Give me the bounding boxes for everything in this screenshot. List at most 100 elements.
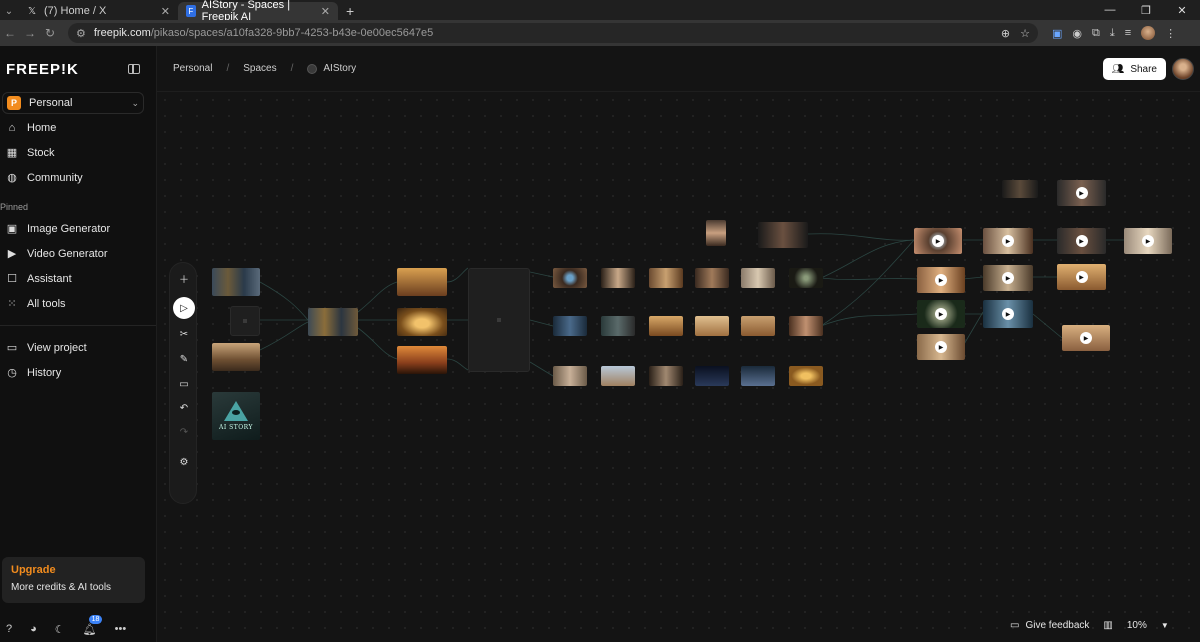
sidebar-item-assistant[interactable]: ☐ Assistant bbox=[0, 266, 156, 291]
image-node[interactable] bbox=[789, 268, 823, 288]
select-tool-button[interactable]: ▷ bbox=[173, 297, 195, 319]
browser-tab-x[interactable]: 𝕏 (7) Home / X ✕ bbox=[18, 2, 178, 20]
upgrade-card[interactable]: Upgrade More credits & AI tools bbox=[2, 557, 145, 603]
share-button[interactable]: 👥︎ Share bbox=[1102, 58, 1166, 80]
image-node[interactable] bbox=[649, 268, 683, 288]
back-icon[interactable]: ← bbox=[0, 26, 20, 40]
empty-group-node[interactable] bbox=[468, 268, 530, 372]
sidebar-item-all-tools[interactable]: ⁙ All tools bbox=[0, 291, 156, 316]
video-node[interactable] bbox=[1062, 325, 1110, 351]
image-node[interactable] bbox=[741, 268, 775, 288]
video-node[interactable] bbox=[983, 265, 1033, 291]
image-node[interactable] bbox=[601, 316, 635, 336]
settings-button[interactable]: ⚙ bbox=[173, 451, 195, 473]
zoom-icon[interactable]: ⊕ bbox=[1001, 27, 1010, 40]
image-node[interactable] bbox=[553, 268, 587, 288]
user-avatar[interactable] bbox=[1172, 58, 1194, 80]
site-info-icon[interactable]: ⚙ bbox=[76, 27, 86, 40]
image-node[interactable] bbox=[695, 316, 729, 336]
image-node[interactable] bbox=[1002, 180, 1038, 198]
more-icon[interactable]: ••• bbox=[115, 623, 127, 635]
sidebar-item-history[interactable]: ◷ History bbox=[0, 360, 156, 385]
download-icon[interactable]: ⤓ bbox=[1110, 27, 1115, 40]
image-node[interactable] bbox=[789, 316, 823, 336]
comment-tool-button[interactable]: ▭ bbox=[173, 373, 195, 395]
sidebar-item-image-generator[interactable]: ▣ Image Generator bbox=[0, 216, 156, 241]
cut-tool-button[interactable]: ✂ bbox=[173, 323, 195, 345]
empty-node[interactable] bbox=[230, 306, 260, 336]
minimap-icon[interactable]: ▥ bbox=[1103, 620, 1112, 631]
breadcrumb-personal[interactable]: Personal bbox=[173, 63, 212, 74]
menu-kebab-icon[interactable]: ⋮ bbox=[1165, 27, 1176, 40]
image-node[interactable] bbox=[695, 366, 729, 386]
image-node[interactable] bbox=[397, 308, 447, 336]
image-node[interactable] bbox=[741, 316, 775, 336]
video-node[interactable] bbox=[1057, 180, 1106, 206]
media-icon[interactable]: ≡ bbox=[1125, 27, 1131, 39]
video-node[interactable] bbox=[917, 267, 965, 293]
image-node[interactable] bbox=[601, 366, 635, 386]
discord-icon[interactable]: ◕ bbox=[30, 623, 37, 635]
breadcrumb-aistory[interactable]: AIStory bbox=[323, 63, 356, 74]
image-node[interactable] bbox=[649, 316, 683, 336]
camera-icon[interactable]: ◉ bbox=[1072, 27, 1082, 40]
video-node[interactable] bbox=[1124, 228, 1172, 254]
freepik-logo[interactable]: FREEP!K bbox=[6, 61, 79, 78]
browser-tab-aistory[interactable]: F AIStory - Spaces | Freepik AI ✕ bbox=[178, 0, 338, 23]
image-node[interactable] bbox=[601, 268, 635, 288]
puzzle-icon[interactable]: ⧉ bbox=[1092, 27, 1100, 40]
image-node[interactable] bbox=[706, 220, 726, 246]
sidebar-item-home[interactable]: ⌂ Home bbox=[0, 115, 156, 140]
image-node[interactable] bbox=[397, 268, 447, 296]
profile-avatar-small[interactable] bbox=[1141, 26, 1156, 40]
sidebar-item-stock[interactable]: ▦ Stock bbox=[0, 140, 156, 165]
aistory-logo-node[interactable]: AI STORY bbox=[212, 392, 260, 440]
video-node[interactable] bbox=[1057, 264, 1106, 290]
image-node[interactable] bbox=[553, 316, 587, 336]
image-node[interactable] bbox=[212, 343, 260, 371]
url-input[interactable]: ⚙ freepik.com/pikaso/spaces/a10fa328-9bb… bbox=[68, 23, 1038, 43]
sidebar-item-community[interactable]: ◍ Community bbox=[0, 165, 156, 190]
image-node[interactable] bbox=[397, 346, 447, 374]
video-node[interactable] bbox=[983, 300, 1033, 328]
image-node[interactable] bbox=[553, 366, 587, 386]
zoom-dropdown[interactable]: 10% ▼ bbox=[1127, 620, 1169, 631]
image-node[interactable] bbox=[789, 366, 823, 386]
tab-close-icon[interactable]: ✕ bbox=[321, 5, 330, 18]
image-node[interactable] bbox=[649, 366, 683, 386]
workflow-canvas[interactable]: ＋ ▷ ✂ ✎ ▭ ↶ ↷ ⚙ AI STORY bbox=[157, 92, 1200, 642]
moon-icon[interactable]: ☾ bbox=[55, 623, 65, 636]
sidebar-collapse-icon[interactable] bbox=[128, 64, 140, 74]
breadcrumb-spaces[interactable]: Spaces bbox=[243, 63, 276, 74]
close-window-icon[interactable]: ✕ bbox=[1164, 0, 1200, 20]
help-icon[interactable]: ? bbox=[6, 623, 12, 635]
video-node[interactable] bbox=[983, 228, 1033, 254]
forward-icon[interactable]: → bbox=[20, 26, 40, 40]
notifications-button[interactable]: 🔔︎ 18 bbox=[83, 614, 103, 636]
reload-icon[interactable]: ↻ bbox=[40, 26, 60, 40]
draw-tool-button[interactable]: ✎ bbox=[173, 348, 195, 370]
video-node[interactable] bbox=[1057, 228, 1106, 254]
add-node-button[interactable]: ＋ bbox=[173, 267, 195, 289]
video-node[interactable] bbox=[917, 334, 965, 360]
image-node[interactable] bbox=[695, 268, 729, 288]
bookmark-star-icon[interactable]: ☆ bbox=[1020, 27, 1030, 40]
image-node[interactable] bbox=[758, 222, 808, 248]
sidebar-item-video-generator[interactable]: ▶ Video Generator bbox=[0, 241, 156, 266]
extension-icon[interactable]: ▣ bbox=[1052, 27, 1062, 40]
new-tab-button[interactable]: + bbox=[338, 2, 362, 20]
video-node[interactable] bbox=[914, 228, 962, 254]
sidebar-item-view-project[interactable]: ▭ View project bbox=[0, 335, 156, 360]
undo-button[interactable]: ↶ bbox=[173, 397, 195, 419]
image-grid-node[interactable] bbox=[308, 308, 358, 336]
give-feedback-button[interactable]: ▭ Give feedback bbox=[1010, 620, 1089, 631]
image-grid-node[interactable] bbox=[212, 268, 260, 296]
minimize-icon[interactable]: — bbox=[1092, 0, 1128, 20]
tab-close-icon[interactable]: ✕ bbox=[161, 5, 170, 18]
workspace-selector[interactable]: P Personal ⌄ bbox=[2, 92, 144, 114]
tab-search-icon[interactable]: ⌄ bbox=[0, 2, 18, 20]
restore-icon[interactable]: ❐ bbox=[1128, 0, 1164, 20]
redo-button[interactable]: ↷ bbox=[173, 421, 195, 443]
video-node[interactable] bbox=[917, 300, 965, 328]
image-node[interactable] bbox=[741, 366, 775, 386]
